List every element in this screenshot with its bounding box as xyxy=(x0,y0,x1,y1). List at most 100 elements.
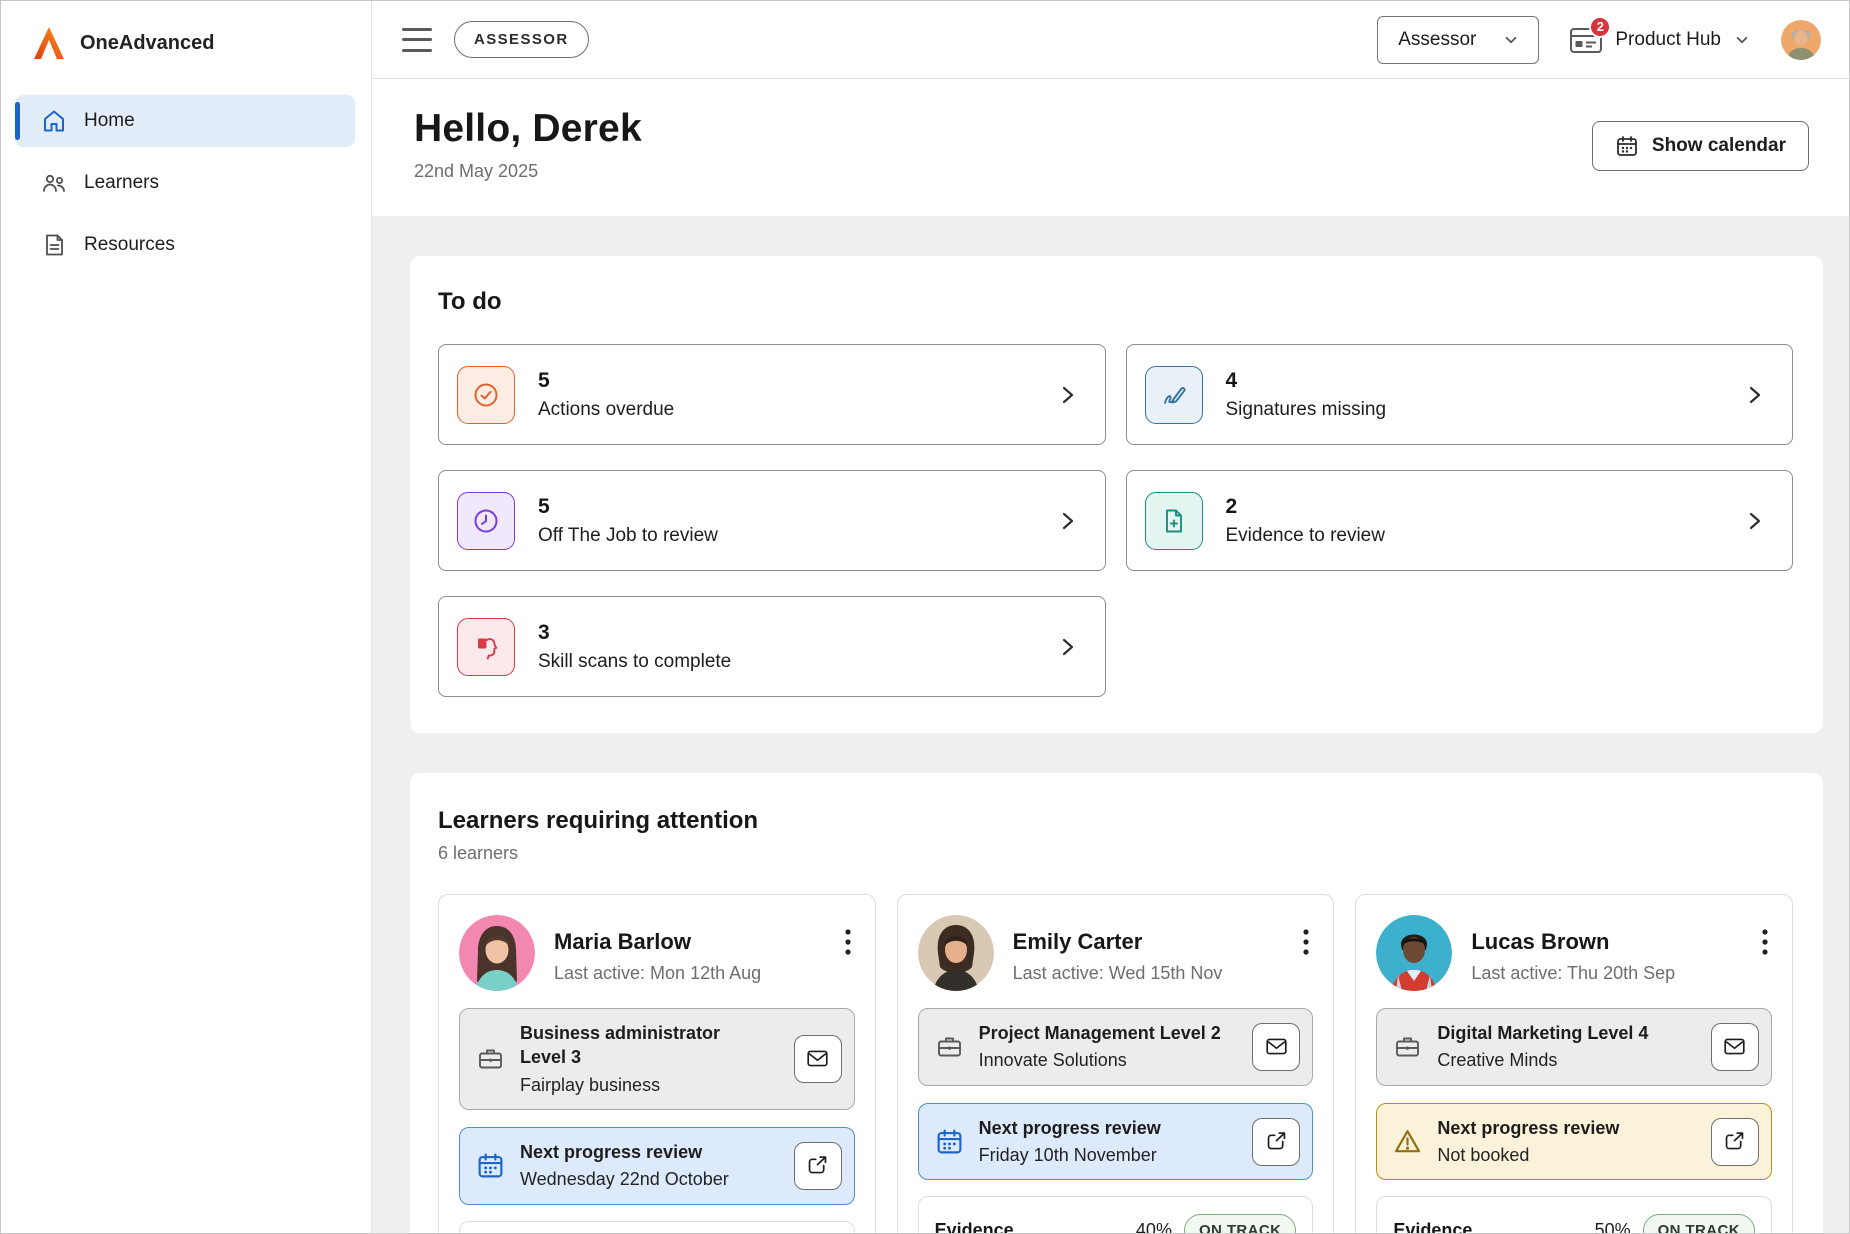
calendar-icon xyxy=(476,1151,505,1180)
learner-avatar xyxy=(918,915,994,991)
chevron-right-icon xyxy=(1055,383,1079,407)
todo-card-skill-scans[interactable]: 3 Skill scans to complete xyxy=(438,596,1106,697)
calendar-icon xyxy=(1615,134,1639,158)
kebab-icon xyxy=(1303,929,1309,955)
next-review-box: Next progress review Friday 10th Novembe… xyxy=(918,1103,1314,1181)
course-provider: Fairplay business xyxy=(520,1074,770,1097)
message-learner-button[interactable] xyxy=(794,1035,842,1083)
calendar-icon xyxy=(935,1127,964,1156)
review-date: Wednesday 22nd October xyxy=(520,1168,729,1191)
sidebar-item-resources[interactable]: Resources xyxy=(15,219,355,271)
status-badge: ON TRACK xyxy=(1184,1214,1296,1233)
course-info-box: Business administrator Level 3 Fairplay … xyxy=(459,1008,855,1110)
learner-menu-button[interactable] xyxy=(1299,923,1313,964)
notification-badge: 2 xyxy=(1589,16,1611,38)
external-link-icon xyxy=(806,1154,829,1177)
learner-avatar xyxy=(459,915,535,991)
status-badge: ON TRACK xyxy=(1643,1214,1755,1233)
sidebar-item-learners[interactable]: Learners xyxy=(15,157,355,209)
next-review-box: Next progress review Not booked xyxy=(1376,1103,1772,1181)
evidence-box xyxy=(459,1221,855,1233)
message-learner-button[interactable] xyxy=(1252,1023,1300,1071)
open-review-button[interactable] xyxy=(1711,1118,1759,1166)
learners-count: 6 learners xyxy=(438,843,1793,864)
learner-card-maria-barlow: Maria Barlow Last active: Mon 12th Aug xyxy=(438,894,876,1233)
course-title: Business administrator Level 3 xyxy=(520,1021,770,1070)
course-title: Digital Marketing Level 4 xyxy=(1437,1021,1648,1045)
show-calendar-button[interactable]: Show calendar xyxy=(1592,121,1809,171)
kebab-icon xyxy=(845,929,851,955)
chevron-right-icon xyxy=(1055,509,1079,533)
todo-count: 5 xyxy=(538,369,674,393)
chevron-down-icon xyxy=(1502,31,1520,49)
todo-card-off-the-job[interactable]: 5 Off The Job to review xyxy=(438,470,1106,571)
learner-last-active: Last active: Thu 20th Sep xyxy=(1471,963,1675,984)
learner-last-active: Last active: Mon 12th Aug xyxy=(554,963,761,984)
top-bar: ASSESSOR Assessor xyxy=(372,1,1849,79)
todo-card-signatures-missing[interactable]: 4 Signatures missing xyxy=(1126,344,1794,445)
learner-menu-button[interactable] xyxy=(1758,923,1772,964)
sidebar-item-home[interactable]: Home xyxy=(15,95,355,147)
main-area: ASSESSOR Assessor xyxy=(372,1,1849,1233)
course-provider: Innovate Solutions xyxy=(979,1049,1221,1072)
evidence-box: Evidence 50% ON TRACK xyxy=(1376,1196,1772,1233)
briefcase-icon xyxy=(935,1032,964,1061)
open-review-button[interactable] xyxy=(794,1142,842,1190)
check-circle-icon xyxy=(471,380,501,410)
page-title: Hello, Derek xyxy=(414,107,642,151)
external-link-icon xyxy=(1265,1130,1288,1153)
briefcase-icon xyxy=(476,1044,505,1073)
learners-icon xyxy=(41,170,67,196)
learner-menu-button[interactable] xyxy=(841,923,855,964)
role-badge: ASSESSOR xyxy=(454,21,589,58)
todo-panel: To do 5 Actions overdue xyxy=(410,256,1823,733)
open-review-button[interactable] xyxy=(1252,1118,1300,1166)
top-bar-right: Assessor 2 Produ xyxy=(1377,16,1821,64)
learner-grid: Maria Barlow Last active: Mon 12th Aug xyxy=(438,894,1793,1233)
hero-text: Hello, Derek 22nd May 2025 xyxy=(414,107,642,216)
user-avatar[interactable] xyxy=(1781,20,1821,60)
course-info-box: Project Management Level 2 Innovate Solu… xyxy=(918,1008,1314,1086)
file-plus-icon xyxy=(1159,506,1189,536)
external-link-icon xyxy=(1723,1130,1746,1153)
course-provider: Creative Minds xyxy=(1437,1049,1648,1072)
sidebar-item-label: Resources xyxy=(84,234,175,256)
role-dropdown[interactable]: Assessor xyxy=(1377,16,1539,64)
clock-icon xyxy=(471,506,501,536)
hamburger-icon xyxy=(402,28,432,31)
review-title: Next progress review xyxy=(520,1140,729,1164)
resources-icon xyxy=(41,232,67,258)
sidebar-nav: Home Learners Resources xyxy=(1,81,371,271)
product-hub-menu[interactable]: 2 Product Hub xyxy=(1569,25,1751,55)
review-title: Next progress review xyxy=(1437,1116,1619,1140)
hero-header: Hello, Derek 22nd May 2025 Show calendar xyxy=(372,79,1849,216)
warning-icon xyxy=(1393,1127,1422,1156)
user-avatar-image xyxy=(1781,20,1821,60)
todo-count: 2 xyxy=(1226,495,1385,519)
todo-card-actions-overdue[interactable]: 5 Actions overdue xyxy=(438,344,1106,445)
page-content: To do 5 Actions overdue xyxy=(372,216,1849,1233)
role-dropdown-value: Assessor xyxy=(1398,29,1476,51)
todo-grid: 5 Actions overdue 4 xyxy=(438,344,1793,697)
todo-count: 3 xyxy=(538,621,731,645)
message-learner-button[interactable] xyxy=(1711,1023,1759,1071)
show-calendar-label: Show calendar xyxy=(1652,135,1786,157)
todo-count: 5 xyxy=(538,495,718,519)
sidebar: OneAdvanced Home Learners xyxy=(1,1,372,1233)
app-window: OneAdvanced Home Learners xyxy=(1,1,1849,1233)
course-info-box: Digital Marketing Level 4 Creative Minds xyxy=(1376,1008,1772,1086)
learner-card-emily-carter: Emily Carter Last active: Wed 15th Nov xyxy=(897,894,1335,1233)
review-title: Next progress review xyxy=(979,1116,1161,1140)
brand-name: OneAdvanced xyxy=(80,32,214,55)
review-date: Friday 10th November xyxy=(979,1144,1161,1167)
chevron-right-icon xyxy=(1055,635,1079,659)
course-title: Project Management Level 2 xyxy=(979,1021,1221,1045)
oneadvanced-logo-icon xyxy=(31,25,67,61)
todo-label: Signatures missing xyxy=(1226,399,1387,421)
menu-toggle-button[interactable] xyxy=(402,28,432,52)
todo-count: 4 xyxy=(1226,369,1387,393)
learners-panel: Learners requiring attention 6 learners xyxy=(410,773,1823,1233)
avatar-emily-image xyxy=(918,915,994,991)
todo-card-evidence-to-review[interactable]: 2 Evidence to review xyxy=(1126,470,1794,571)
chevron-down-icon xyxy=(1733,31,1751,49)
